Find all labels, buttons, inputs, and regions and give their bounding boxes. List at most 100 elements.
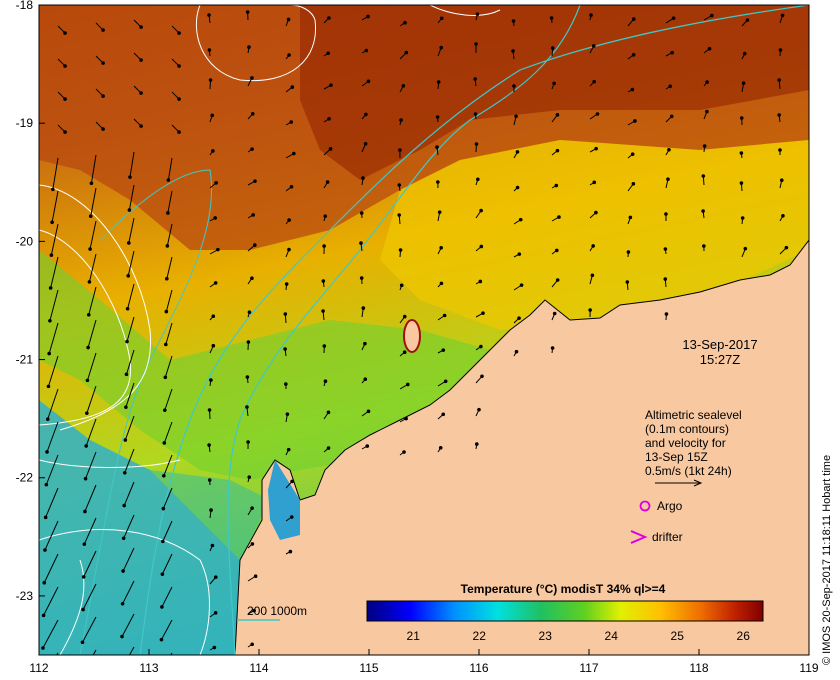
velocity-arrow-head-icon: [479, 208, 483, 213]
velocity-arrow-head-icon: [125, 306, 130, 311]
velocity-arrow-head-icon: [210, 543, 215, 548]
altimetry-note-line2: (0.1m contours): [645, 422, 729, 436]
velocity-arrow-head-icon: [552, 81, 556, 86]
velocity-arrow-head-icon: [329, 83, 333, 87]
velocity-arrow-head-icon: [592, 79, 596, 84]
velocity-arrow: [170, 652, 173, 655]
velocity-arrow-head-icon: [212, 645, 217, 650]
velocity-arrow-head-icon: [166, 211, 170, 215]
velocity-arrow-head-icon: [588, 308, 592, 312]
velocity-arrow-head-icon: [213, 281, 218, 285]
velocity-arrow-head-icon: [81, 607, 85, 612]
velocity-arrow-head-icon: [518, 217, 523, 222]
velocity-arrow-head-icon: [120, 601, 125, 606]
velocity-arrow-head-icon: [139, 58, 143, 62]
island: [403, 319, 421, 353]
velocity-arrow-head-icon: [403, 20, 407, 25]
velocity-arrow-head-icon: [166, 178, 171, 182]
velocity-arrow-head-icon: [398, 148, 402, 152]
velocity-arrow-head-icon: [630, 87, 635, 92]
velocity-arrow-head-icon: [550, 346, 555, 350]
velocity-arrow-head-icon: [666, 177, 670, 182]
velocity-arrow-head-icon: [663, 277, 668, 281]
velocity-arrow-head-icon: [777, 113, 781, 117]
velocity-arrow-head-icon: [245, 10, 250, 14]
colorbar-title: Temperature (°C) modisT 34% ql>=4: [461, 582, 666, 596]
velocity-arrow-head-icon: [208, 78, 213, 82]
velocity-arrow-head-icon: [216, 247, 220, 252]
velocity-arrow-head-icon: [589, 13, 593, 17]
argo-label: Argo: [657, 499, 683, 513]
velocity-arrow-head-icon: [209, 508, 213, 512]
velocity-arrow-head-icon: [512, 84, 516, 88]
velocity-arrow-head-icon: [86, 345, 90, 350]
velocity-arrow-head-icon: [436, 80, 441, 84]
velocity-arrow-head-icon: [207, 408, 212, 412]
velocity-arrow-head-icon: [359, 276, 364, 280]
velocity-arrow-head-icon: [363, 141, 368, 146]
y-tick-label: -22: [16, 471, 34, 485]
velocity-arrow-head-icon: [366, 409, 371, 414]
velocity-arrow-head-icon: [364, 112, 368, 117]
velocity-arrow-head-icon: [164, 309, 169, 314]
velocity-arrow-head-icon: [127, 208, 132, 212]
isobath-label: 200 1000m: [247, 604, 307, 618]
velocity-arrow-head-icon: [177, 97, 181, 101]
velocity-arrow-head-icon: [246, 440, 250, 444]
velocity-arrow-head-icon: [363, 377, 368, 382]
velocity-arrow-head-icon: [701, 209, 705, 213]
velocity-arrow-head-icon: [85, 378, 90, 383]
velocity-arrow-head-icon: [517, 252, 522, 256]
velocity-arrow-head-icon: [511, 49, 515, 53]
velocity-arrow-head-icon: [48, 318, 52, 323]
velocity-arrow-head-icon: [405, 382, 410, 387]
velocity-arrow-head-icon: [63, 31, 67, 35]
velocity-arrow-head-icon: [51, 187, 55, 192]
velocity-arrow-head-icon: [321, 309, 325, 313]
velocity-arrow-head-icon: [517, 316, 521, 320]
timestamp-time: 15:27Z: [700, 352, 741, 367]
velocity-arrow-head-icon: [41, 613, 46, 618]
velocity-arrow-head-icon: [591, 44, 596, 48]
velocity-arrow-head-icon: [549, 16, 554, 20]
velocity-arrow-head-icon: [80, 640, 85, 645]
velocity-arrow-head-icon: [739, 116, 744, 120]
velocity-arrow-head-icon: [162, 473, 166, 478]
velocity-arrow-head-icon: [50, 220, 54, 225]
velocity-arrow-head-icon: [441, 348, 446, 352]
velocity-arrow-head-icon: [519, 283, 524, 287]
velocity-arrow-head-icon: [246, 340, 251, 344]
drifter-label: drifter: [652, 530, 683, 544]
velocity-arrow-head-icon: [165, 276, 169, 281]
velocity-arrow-head-icon: [438, 445, 443, 450]
velocity-arrow-head-icon: [321, 279, 326, 283]
velocity-arrow-head-icon: [287, 53, 291, 57]
velocity-arrow-head-icon: [435, 145, 439, 149]
velocity-arrow-head-icon: [781, 213, 785, 218]
velocity-arrow-head-icon: [214, 575, 218, 579]
y-tick-label: -18: [16, 0, 34, 12]
velocity-arrow-head-icon: [743, 246, 748, 251]
velocity-arrow-head-icon: [664, 212, 668, 216]
velocity-arrow-head-icon: [211, 149, 215, 153]
velocity-arrow-head-icon: [515, 185, 520, 190]
velocity-arrow-head-icon: [292, 151, 296, 156]
velocity-arrow-head-icon: [436, 180, 440, 184]
velocity-arrow-head-icon: [361, 176, 365, 180]
velocity-arrow-head-icon: [705, 80, 709, 84]
x-tick-label: 115: [359, 661, 378, 675]
velocity-arrow-head-icon: [633, 119, 637, 123]
velocity-arrow-head-icon: [161, 539, 165, 544]
velocity-arrow-head-icon: [359, 241, 363, 245]
velocity-arrow-head-icon: [163, 408, 167, 412]
velocity-arrow-head-icon: [705, 109, 709, 114]
velocity-arrow-head-icon: [550, 46, 555, 50]
velocity-arrow-head-icon: [439, 45, 444, 50]
velocity-arrow-head-icon: [710, 13, 714, 18]
velocity-arrow-head-icon: [630, 152, 635, 157]
colorbar-tick-label: 26: [737, 629, 751, 643]
velocity-arrow-head-icon: [283, 312, 288, 316]
velocity-arrow-head-icon: [125, 339, 129, 344]
velocity-arrow-head-icon: [473, 77, 477, 81]
velocity-arrow-head-icon: [210, 113, 215, 118]
